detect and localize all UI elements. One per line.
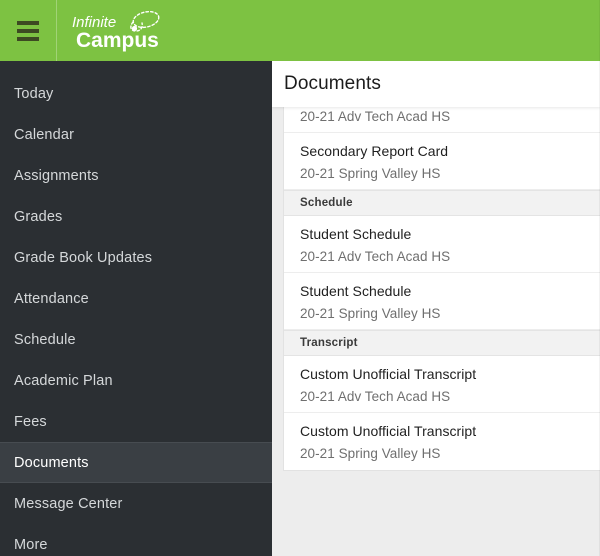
section-header-schedule: Schedule xyxy=(284,190,600,216)
sidebar-item-label: Documents xyxy=(14,454,89,471)
svg-text:Campus: Campus xyxy=(76,29,159,52)
document-row[interactable]: Secondary Report Card 20-21 Adv Tech Aca… xyxy=(284,107,600,133)
top-bar: Infinite Campus xyxy=(0,0,600,61)
section-header-transcript: Transcript xyxy=(284,330,600,356)
sidebar-nav: Today Calendar Assignments Grades Grade … xyxy=(0,61,272,556)
document-name: Custom Unofficial Transcript xyxy=(300,423,477,439)
document-meta: 20-21 Adv Tech Acad HS xyxy=(300,109,451,124)
sidebar-item-label: Grade Book Updates xyxy=(14,249,153,266)
sidebar-item-label: Schedule xyxy=(14,331,76,348)
sidebar-item-label: Assignments xyxy=(14,167,99,184)
sidebar-item-grades[interactable]: Grades xyxy=(0,196,272,237)
hamburger-bar xyxy=(17,28,39,33)
sidebar-item-label: Fees xyxy=(14,413,47,430)
sidebar-item-message-center[interactable]: Message Center xyxy=(0,483,272,524)
sidebar-item-assignments[interactable]: Assignments xyxy=(0,155,272,196)
document-row[interactable]: Student Schedule 20-21 Spring Valley HS xyxy=(284,273,600,330)
content-header: Documents xyxy=(272,61,600,107)
document-meta: 20-21 Adv Tech Acad HS xyxy=(300,249,451,264)
hamburger-bar xyxy=(17,36,39,41)
sidebar-item-academic-plan[interactable]: Academic Plan xyxy=(0,360,272,401)
document-row[interactable]: Student Schedule 20-21 Adv Tech Acad HS xyxy=(284,216,600,273)
document-name: Secondary Report Card xyxy=(300,143,449,159)
document-meta: 20-21 Adv Tech Acad HS xyxy=(300,389,451,404)
sidebar-item-today[interactable]: Today xyxy=(0,73,272,114)
hamburger-bar xyxy=(17,20,39,25)
document-meta: 20-21 Spring Valley HS xyxy=(300,306,441,321)
sidebar-item-label: Message Center xyxy=(14,495,123,512)
infinite-campus-logo[interactable]: Infinite Campus xyxy=(70,7,180,55)
sidebar-item-attendance[interactable]: Attendance xyxy=(0,278,272,319)
document-name: Student Schedule xyxy=(300,226,412,242)
main-content: Documents Secondary Report Card 20-21 Ad… xyxy=(272,61,600,556)
sidebar-item-label: Attendance xyxy=(14,290,89,307)
page-title: Documents xyxy=(284,73,381,94)
document-row[interactable]: Secondary Report Card 20-21 Spring Valle… xyxy=(284,133,600,190)
sidebar-item-label: More xyxy=(14,536,48,553)
document-row[interactable]: Custom Unofficial Transcript 20-21 Adv T… xyxy=(284,356,600,413)
app-window: Infinite Campus Today Calendar Assignmen… xyxy=(0,0,600,556)
sidebar-item-label: Academic Plan xyxy=(14,372,113,389)
document-meta: 20-21 Spring Valley HS xyxy=(300,446,441,461)
document-row[interactable]: Custom Unofficial Transcript 20-21 Sprin… xyxy=(284,413,600,470)
sidebar-item-grade-book-updates[interactable]: Grade Book Updates xyxy=(0,237,272,278)
sidebar-item-more[interactable]: More xyxy=(0,524,272,556)
sidebar-item-fees[interactable]: Fees xyxy=(0,401,272,442)
sidebar-item-documents[interactable]: Documents xyxy=(0,442,272,483)
hamburger-menu-icon[interactable] xyxy=(0,0,56,61)
sidebar-item-list: Today Calendar Assignments Grades Grade … xyxy=(0,61,272,556)
sidebar-item-schedule[interactable]: Schedule xyxy=(0,319,272,360)
sidebar-item-label: Calendar xyxy=(14,126,75,143)
documents-list: Secondary Report Card 20-21 Adv Tech Aca… xyxy=(283,107,600,471)
documents-scroll-area[interactable]: Secondary Report Card 20-21 Adv Tech Aca… xyxy=(272,107,600,556)
topbar-divider xyxy=(56,0,57,61)
sidebar-item-label: Today xyxy=(14,85,54,102)
document-name: Custom Unofficial Transcript xyxy=(300,366,477,382)
document-meta: 20-21 Spring Valley HS xyxy=(300,166,441,181)
document-name: Student Schedule xyxy=(300,283,412,299)
sidebar-item-calendar[interactable]: Calendar xyxy=(0,114,272,155)
sidebar-item-label: Grades xyxy=(14,208,63,225)
